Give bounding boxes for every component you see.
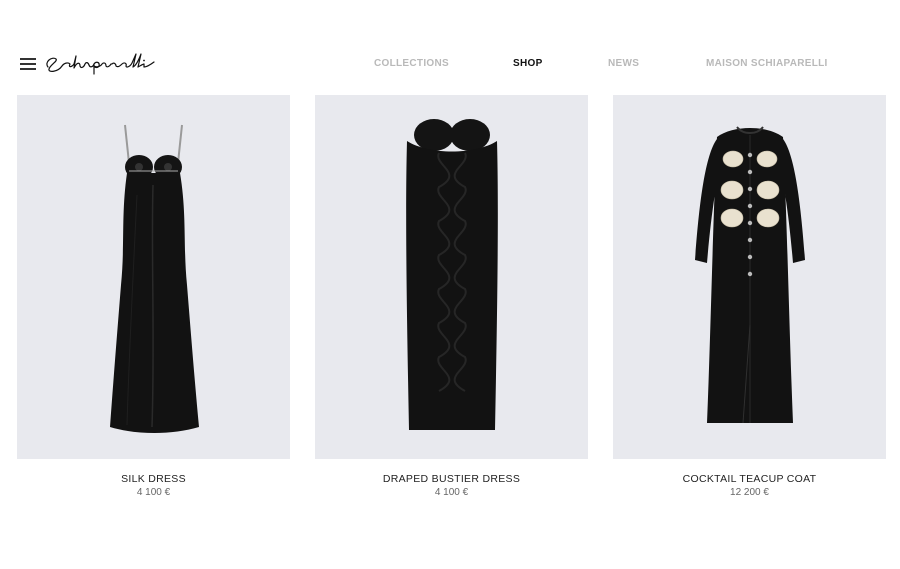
product-price: 12 200 €: [730, 487, 769, 498]
site-header: COLLECTIONS SHOP NEWS MAISON SCHIAPARELL…: [0, 0, 900, 95]
product-card[interactable]: DRAPED BUSTIER DRESS 4 100 €: [315, 95, 588, 498]
product-image-draped-bustier-dress[interactable]: [315, 95, 588, 459]
nav-shop[interactable]: SHOP: [513, 58, 543, 69]
product-name[interactable]: COCKTAIL TEACUP COAT: [613, 473, 886, 485]
product-card[interactable]: COCKTAIL TEACUP COAT 12 200 €: [613, 95, 886, 498]
product-card[interactable]: SILK DRESS 4 100 €: [17, 95, 290, 498]
main-nav: COLLECTIONS SHOP NEWS MAISON SCHIAPARELL…: [0, 58, 900, 72]
product-name[interactable]: DRAPED BUSTIER DRESS: [315, 473, 588, 485]
product-image-cocktail-teacup-coat[interactable]: [613, 95, 886, 459]
product-image-silk-dress[interactable]: [17, 95, 290, 459]
nav-maison-schiaparelli[interactable]: MAISON SCHIAPARELLI: [706, 58, 828, 69]
product-price: 4 100 €: [434, 487, 469, 498]
product-price: 4 100 €: [136, 487, 171, 498]
product-name[interactable]: SILK DRESS: [17, 473, 290, 485]
nav-news[interactable]: NEWS: [608, 58, 639, 69]
nav-collections[interactable]: COLLECTIONS: [374, 58, 449, 69]
